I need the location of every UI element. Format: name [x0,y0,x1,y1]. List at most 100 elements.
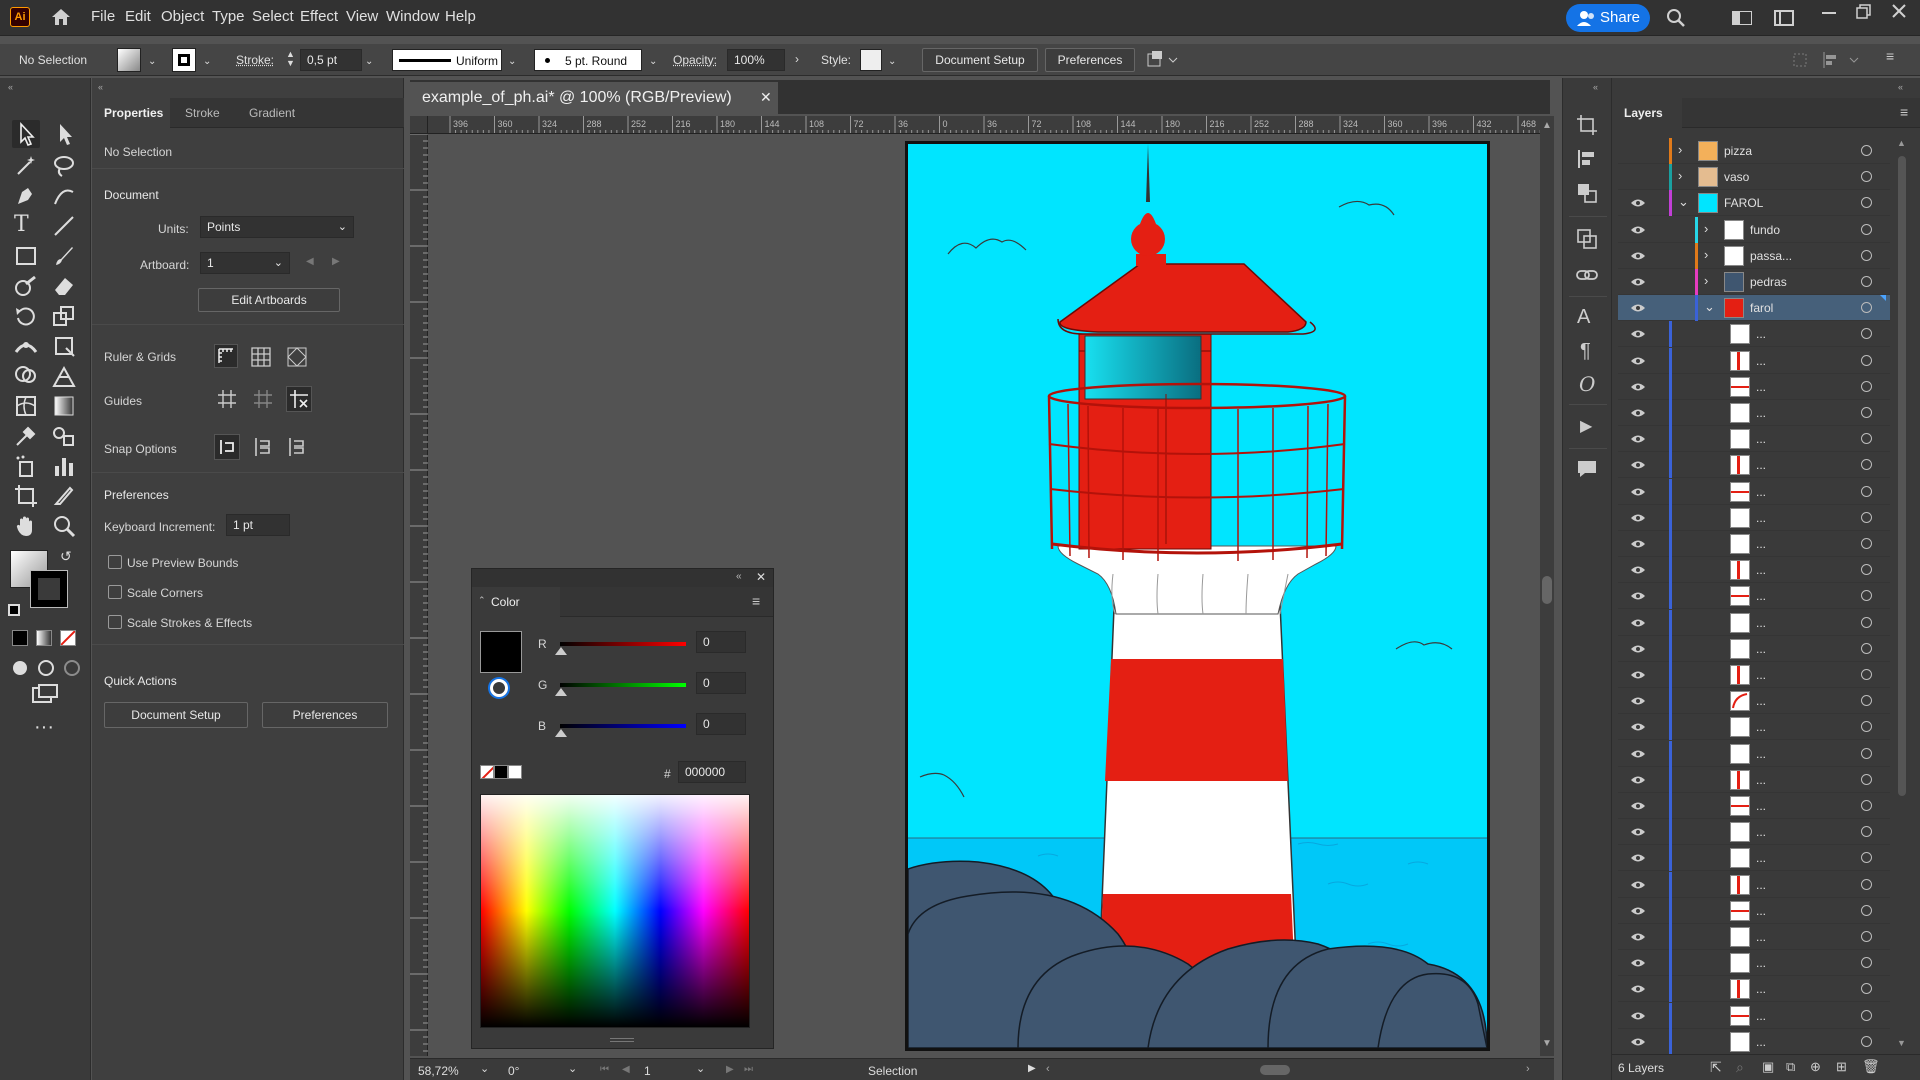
type-tool-icon[interactable]: T [14,212,29,237]
units-select[interactable]: Points ⌄ [200,216,354,238]
path-row[interactable]: ... [1618,793,1890,819]
path-row[interactable]: ... [1618,688,1890,715]
path-name[interactable]: ... [1756,956,1766,970]
menu-window[interactable]: Window [386,8,439,25]
path-row[interactable]: ... [1618,1002,1890,1029]
target-circle-icon[interactable] [1861,354,1872,366]
visibility-eye-icon[interactable] [1630,329,1646,339]
comments-panel-icon[interactable] [1576,458,1598,480]
target-circle-icon[interactable] [1861,669,1872,680]
path-name[interactable]: ... [1756,589,1766,603]
path-row[interactable]: ... [1618,766,1890,793]
b-slider[interactable] [560,724,686,728]
target-circle-icon[interactable] [1861,380,1872,392]
keyboard-increment-field[interactable]: 1 pt [226,514,290,536]
ruler-icon[interactable] [214,344,238,368]
more-tools-icon[interactable]: ··· [34,717,54,737]
path-name[interactable]: ... [1756,432,1766,446]
workspace-icon[interactable] [1732,11,1752,25]
arrange-icon[interactable] [1147,51,1179,69]
visibility-eye-icon[interactable] [1630,487,1646,497]
lasso-tool-icon[interactable] [52,154,76,178]
path-name[interactable]: ... [1756,930,1766,944]
visibility-eye-icon[interactable] [1630,880,1646,890]
chevron-right-icon[interactable]: › [1704,273,1708,288]
target-circle-icon[interactable] [1861,983,1872,995]
path-name[interactable]: ... [1756,825,1766,839]
path-row[interactable]: ... [1618,950,1890,977]
path-name[interactable]: ... [1756,1009,1766,1023]
first-artboard-icon[interactable]: ⏮ [600,1064,609,1075]
target-circle-icon[interactable] [1861,826,1872,838]
magic-wand-tool-icon[interactable] [14,154,38,178]
character-panel-icon[interactable]: A [1577,306,1590,329]
color-spectrum[interactable] [480,794,750,1028]
ruler-corner[interactable] [410,116,428,134]
visibility-eye-icon[interactable] [1630,644,1646,654]
scale-strokes-checkbox[interactable] [108,615,122,629]
smart-guides-icon[interactable] [286,386,312,412]
align-panel-icon[interactable] [1576,148,1598,170]
default-fill-stroke-icon[interactable] [8,604,20,616]
draw-inside-icon[interactable] [62,658,82,678]
path-name[interactable]: ... [1756,1035,1766,1049]
g-field[interactable]: 0 [696,672,746,694]
visibility-eye-icon[interactable] [1630,853,1646,863]
target-circle-icon[interactable] [1861,223,1872,235]
actions-panel-icon[interactable]: ▶ [1580,416,1592,436]
chevron-down-icon[interactable]: ⌄ [508,56,516,67]
restore-icon[interactable] [1856,4,1872,20]
visibility-eye-icon[interactable] [1630,434,1646,444]
visibility-eye-icon[interactable] [1630,408,1646,418]
home-icon[interactable] [50,7,72,27]
next-artboard-icon[interactable]: ▶ [332,256,340,267]
target-circle-icon[interactable] [1861,616,1872,628]
path-name[interactable]: ... [1756,851,1766,865]
target-circle-icon[interactable] [1861,957,1872,969]
visibility-eye-icon[interactable] [1630,801,1646,811]
color-mode-icon[interactable] [12,630,28,646]
quick-preferences-button[interactable]: Preferences [262,702,388,728]
symbol-sprayer-tool-icon[interactable] [14,454,38,478]
edit-artboards-button[interactable]: Edit Artboards [198,288,340,312]
preferences-button[interactable]: Preferences [1045,48,1135,72]
path-row[interactable]: ... [1618,845,1890,872]
path-name[interactable]: ... [1756,668,1766,682]
path-row[interactable]: ... [1618,976,1890,1003]
target-circle-icon[interactable] [1861,773,1872,785]
visibility-eye-icon[interactable] [1630,382,1646,392]
path-row[interactable]: ... [1618,347,1890,374]
visibility-eye-icon[interactable] [1630,775,1646,785]
pathfinder-panel-icon[interactable] [1576,228,1598,250]
column-graph-tool-icon[interactable] [52,454,76,478]
scroll-thumb[interactable] [1542,576,1552,604]
delete-layer-icon[interactable]: 🗑 [1862,1058,1880,1075]
arrange-documents-icon[interactable] [1774,10,1794,26]
path-row[interactable]: ... [1618,504,1890,531]
hand-tool-icon[interactable] [14,514,38,538]
black-swatch[interactable] [494,765,508,779]
target-circle-icon[interactable] [1861,511,1872,523]
chevron-right-icon[interactable]: › [795,52,799,66]
path-row[interactable]: ... [1618,400,1890,426]
scroll-thumb[interactable] [1898,156,1906,796]
target-circle-icon[interactable] [1861,878,1872,890]
visibility-eye-icon[interactable] [1630,984,1646,994]
target-circle-icon[interactable] [1861,564,1872,576]
paragraph-panel-icon[interactable]: ¶ [1580,340,1591,363]
menu-edit[interactable]: Edit [125,8,151,25]
target-circle-icon[interactable] [1861,485,1872,497]
visibility-eye-icon[interactable] [1630,198,1646,208]
visibility-eye-icon[interactable] [1630,618,1646,628]
draw-behind-icon[interactable] [36,658,56,678]
g-slider-thumb[interactable] [555,688,567,696]
stroke-weight-field[interactable]: 0,5 pt [300,49,362,71]
selection-tool-icon[interactable] [12,120,40,148]
stroke-label[interactable]: Stroke: [236,53,274,67]
fill-color-box[interactable] [480,631,522,673]
visibility-eye-icon[interactable] [1630,539,1646,549]
menu-file[interactable]: File [91,8,115,25]
vertical-ruler[interactable] [410,116,428,1056]
chevron-right-icon[interactable]: › [1704,221,1708,236]
visibility-eye-icon[interactable] [1630,670,1646,680]
